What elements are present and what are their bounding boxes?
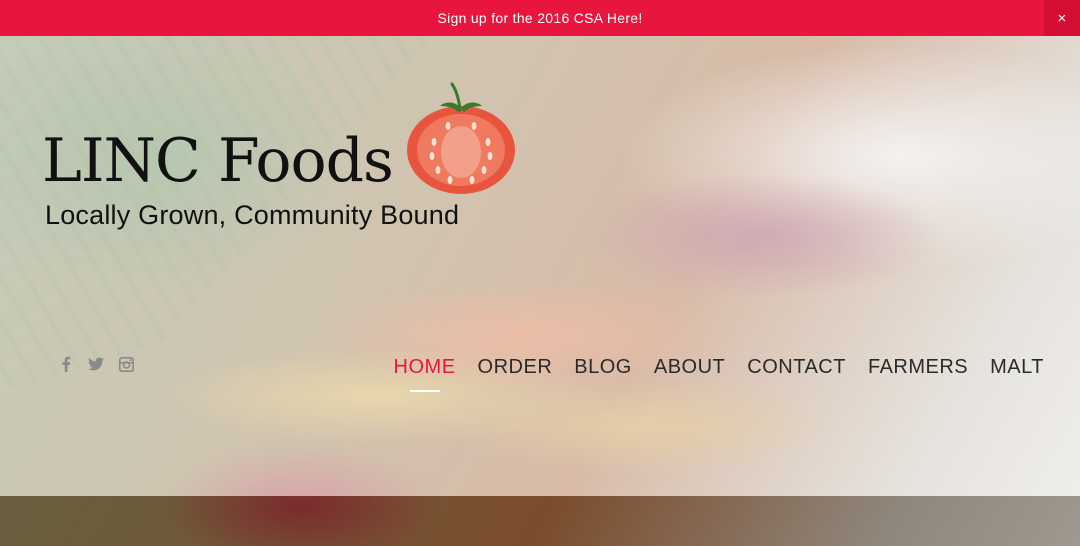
nav-item-contact[interactable]: CONTACT [747,356,846,391]
nav-item-order[interactable]: ORDER [478,356,553,391]
twitter-icon[interactable] [88,355,104,373]
logo-tagline: Locally Grown, Community Bound [45,200,460,230]
hero-overlay [0,36,1080,496]
social-links [58,355,134,373]
close-icon: × [1057,9,1067,27]
close-announcement-button[interactable]: × [1044,0,1080,36]
main-nav: HOME ORDER BLOG ABOUT CONTACT FARMERS MA… [394,356,1044,391]
site-logo[interactable]: LINC Foods Locally Grown, Community Boun… [42,82,522,240]
announcement-link[interactable]: Sign up for the 2016 CSA Here! [437,10,642,26]
nav-item-farmers[interactable]: FARMERS [868,356,968,391]
nav-item-malt[interactable]: MALT [990,356,1044,391]
instagram-icon[interactable] [118,355,134,373]
nav-item-home[interactable]: HOME [394,356,456,391]
tomato-icon [407,82,515,194]
facebook-icon[interactable] [58,355,74,373]
nav-item-about[interactable]: ABOUT [654,356,725,391]
logo-wordmark: LINC Foods [42,126,394,196]
hero-bottom-strip [0,496,1080,546]
nav-item-blog[interactable]: BLOG [574,356,632,391]
announcement-bar[interactable]: Sign up for the 2016 CSA Here! × [0,0,1080,36]
